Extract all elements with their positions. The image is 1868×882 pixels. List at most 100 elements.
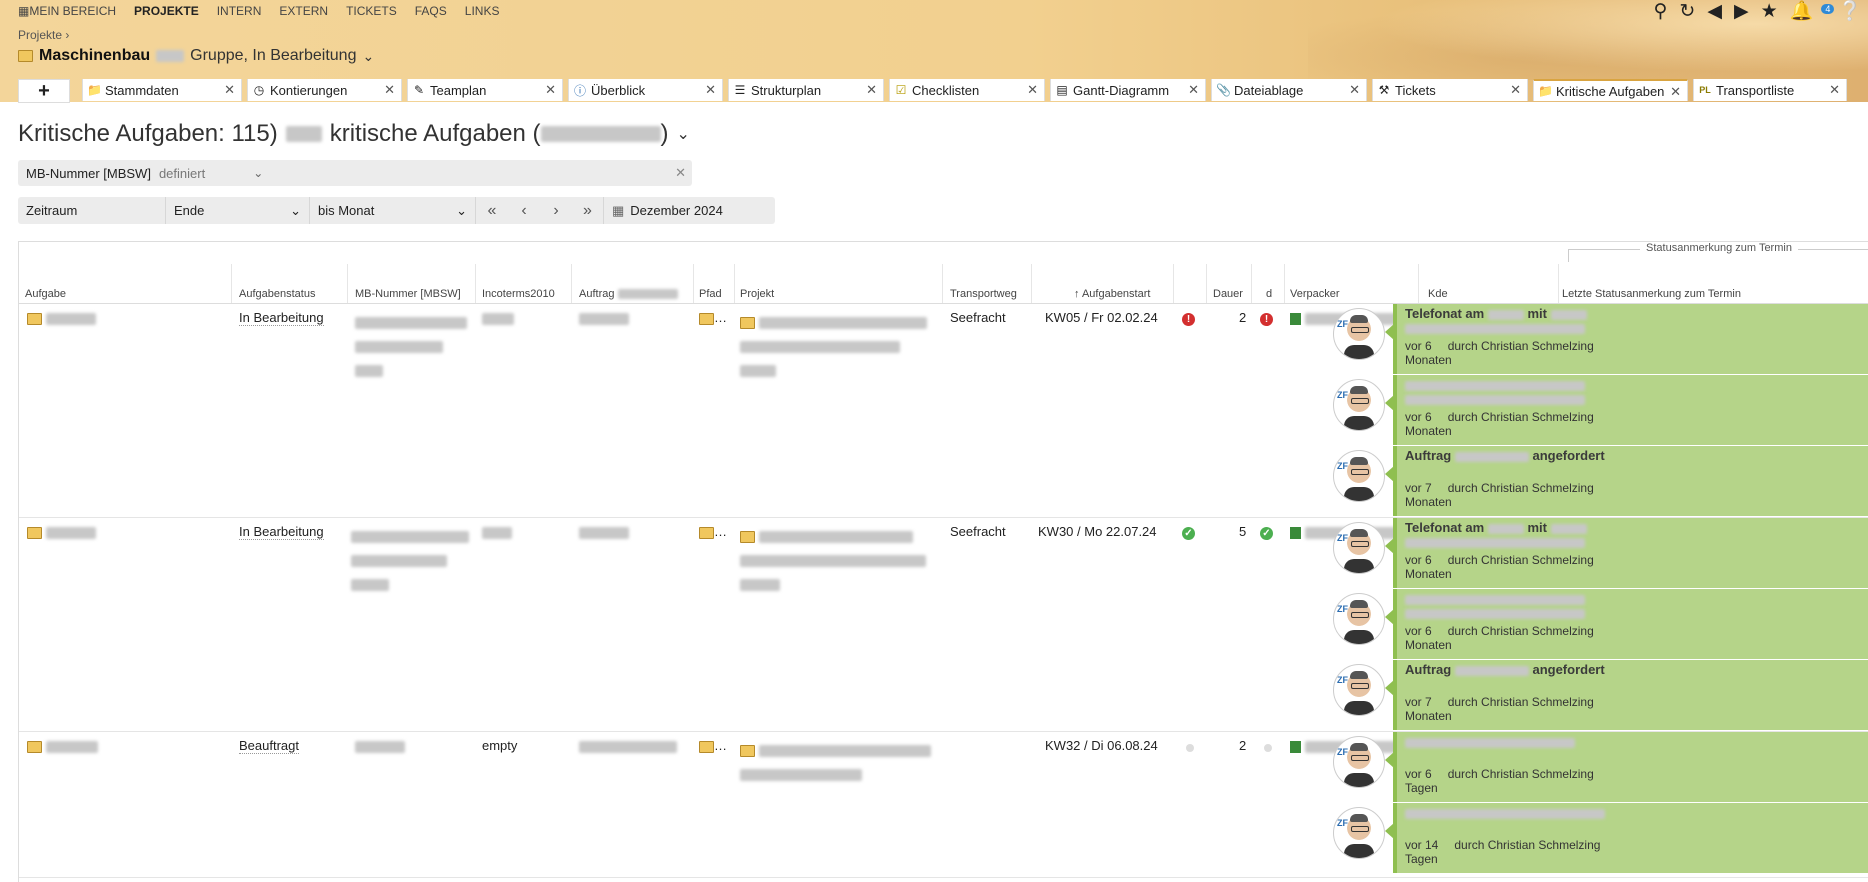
path-icon[interactable]: … — [699, 524, 727, 539]
col-dauer[interactable]: Dauer — [1213, 288, 1243, 300]
tab-kontierungen[interactable]: ◷ Kontierungen ✕ — [247, 79, 402, 101]
auftrag[interactable] — [579, 310, 629, 325]
mb-nummer-filter[interactable]: MB-Nummer [MBSW] definiert ⌄ ✕ — [18, 160, 692, 186]
close-icon[interactable]: ✕ — [545, 82, 556, 98]
chevron-down-icon[interactable]: ⌄ — [677, 124, 690, 144]
tab-stammdaten[interactable]: 📁 Stammdaten ✕ — [82, 79, 242, 101]
clear-icon[interactable]: ✕ — [675, 165, 686, 181]
tab-dateiablage[interactable]: 📎 Dateiablage ✕ — [1211, 79, 1367, 101]
auftrag[interactable] — [579, 524, 629, 539]
col-auftrag[interactable]: Auftrag — [579, 288, 678, 300]
note-bubble: Telefonat am mit vor 6 durch Christian Sc… — [1385, 304, 1868, 374]
nav-mein-bereich[interactable]: ▦MEIN BEREICH — [18, 4, 116, 18]
bell-icon[interactable]: 🔔 4 — [1790, 0, 1835, 23]
nav-extern[interactable]: EXTERN — [279, 4, 328, 18]
calendar-icon: ▦ — [612, 202, 625, 218]
last-period-button[interactable]: » — [572, 197, 604, 224]
forward-icon[interactable]: ▶ — [1734, 0, 1749, 23]
tab-strukturplan[interactable]: ☰ Strukturplan ✕ — [728, 79, 884, 101]
bis-monat-select[interactable]: bis Monat ⌄ — [310, 197, 476, 224]
tab-gantt-diagramm[interactable]: ▤ Gantt-Diagramm ✕ — [1050, 79, 1206, 101]
col-letzte-statusanmerkung[interactable]: Letzte Statusanmerkung zum Termin — [1562, 288, 1741, 300]
transportweg: Seefracht — [950, 524, 1006, 539]
gantt-icon: ▤ — [1056, 83, 1068, 97]
col-mb-nummer[interactable]: MB-Nummer [MBSW] — [355, 288, 461, 300]
note-item: ZF Auftrag angefordert vor 7 durch Christ… — [1327, 446, 1868, 516]
breadcrumb[interactable]: Projekte › — [18, 28, 69, 42]
avatar[interactable]: ZF — [1333, 807, 1385, 859]
avatar[interactable]: ZF — [1333, 308, 1385, 360]
col-aufgabenstatus[interactable]: Aufgabenstatus — [239, 288, 315, 300]
tab-checklisten[interactable]: ☑ Checklisten ✕ — [889, 79, 1045, 101]
tab-ueberblick[interactable]: ⓘ Überblick ✕ — [568, 79, 723, 101]
add-tab-button[interactable]: + — [18, 79, 70, 103]
col-kde[interactable]: Kde — [1428, 288, 1448, 300]
avatar[interactable]: ZF — [1333, 522, 1385, 574]
col-verpacker[interactable]: Verpacker — [1290, 288, 1340, 300]
close-icon[interactable]: ✕ — [1510, 82, 1521, 98]
ende-select[interactable]: Ende ⌄ — [166, 197, 310, 224]
project-link[interactable] — [740, 738, 931, 786]
avatar[interactable]: ZF — [1333, 593, 1385, 645]
back-icon[interactable]: ◀ — [1707, 0, 1722, 23]
tab-teamplan[interactable]: ✎ Teamplan ✕ — [407, 79, 563, 101]
month-picker[interactable]: ▦ Dezember 2024 — [604, 197, 731, 224]
first-period-button[interactable]: « — [476, 197, 508, 224]
close-icon[interactable]: ✕ — [866, 82, 877, 98]
col-transportweg[interactable]: Transportweg — [950, 288, 1017, 300]
col-d[interactable]: d — [1266, 288, 1272, 300]
close-icon[interactable]: ✕ — [224, 82, 235, 98]
note-bubble: Telefonat am mit vor 6 durch Christian Sc… — [1385, 518, 1868, 588]
close-icon[interactable]: ✕ — [384, 82, 395, 98]
col-pfad[interactable]: Pfad — [699, 288, 722, 300]
path-icon[interactable]: … — [699, 738, 727, 753]
checklist-icon: ☑ — [895, 83, 907, 97]
nav-faqs[interactable]: FAQS — [415, 4, 447, 18]
group-header: Statusanmerkung zum Termin — [1568, 242, 1868, 262]
col-projekt[interactable]: Projekt — [740, 288, 774, 300]
status-text[interactable]: Beauftragt — [239, 738, 299, 754]
home-icon: ▦ — [18, 4, 30, 18]
nav-projekte[interactable]: PROJEKTE — [134, 4, 199, 18]
project-link[interactable] — [740, 310, 927, 382]
close-icon[interactable]: ✕ — [1027, 82, 1038, 98]
status-text[interactable]: In Bearbeitung — [239, 524, 324, 540]
redacted-text — [156, 50, 185, 62]
next-period-button[interactable]: › — [540, 197, 572, 224]
path-icon[interactable]: … — [699, 310, 727, 325]
previous-period-button[interactable]: ‹ — [508, 197, 540, 224]
col-incoterms[interactable]: Incoterms2010 — [482, 288, 555, 300]
help-icon[interactable]: ❔ — [1838, 0, 1862, 23]
note-bubble: vor 6 durch Christian Schmelzing Tagen — [1385, 732, 1868, 802]
close-icon[interactable]: ✕ — [705, 82, 716, 98]
status-text[interactable]: In Bearbeitung — [239, 310, 324, 326]
zeitraum-label: Zeitraum — [18, 197, 166, 224]
nav-intern[interactable]: INTERN — [217, 4, 262, 18]
col-aufgabe[interactable]: Aufgabe — [25, 288, 66, 300]
chevron-down-icon[interactable]: ⌄ — [253, 166, 263, 180]
auftrag[interactable] — [579, 738, 677, 753]
close-icon[interactable]: ✕ — [1188, 82, 1199, 98]
close-icon[interactable]: ✕ — [1670, 84, 1681, 100]
close-icon[interactable]: ✕ — [1829, 82, 1840, 98]
tab-transportliste[interactable]: PL Transportliste ✕ — [1693, 79, 1847, 101]
close-icon[interactable]: ✕ — [1349, 82, 1360, 98]
tasks-table: Statusanmerkung zum Termin Aufgabe Aufga… — [18, 241, 1868, 882]
nav-links[interactable]: LINKS — [465, 4, 500, 18]
col-aufgabenstart[interactable]: ↑ Aufgabenstart — [1074, 288, 1150, 300]
status-dot-icon — [1186, 740, 1194, 755]
note-item: ZF Telefonat am mit vor 6 durch Christian… — [1327, 304, 1868, 374]
avatar[interactable]: ZF — [1333, 450, 1385, 502]
avatar[interactable]: ZF — [1333, 736, 1385, 788]
search-icon[interactable]: ⚲ — [1654, 0, 1668, 23]
nav-tickets[interactable]: TICKETS — [346, 4, 397, 18]
avatar[interactable]: ZF — [1333, 664, 1385, 716]
tab-tickets[interactable]: ⚒ Tickets ✕ — [1372, 79, 1528, 101]
project-link[interactable] — [740, 524, 926, 596]
tab-kritische-aufgaben[interactable]: 📁 Kritische Aufgaben ✕ — [1533, 79, 1688, 101]
refresh-icon[interactable]: ↻ — [1679, 0, 1695, 23]
avatar[interactable]: ZF — [1333, 379, 1385, 431]
project-title[interactable]: Maschinenbau Gruppe, In Bearbeitung ⌄ — [18, 47, 374, 65]
chevron-down-icon[interactable]: ⌄ — [362, 48, 374, 65]
star-icon[interactable]: ★ — [1761, 0, 1778, 23]
